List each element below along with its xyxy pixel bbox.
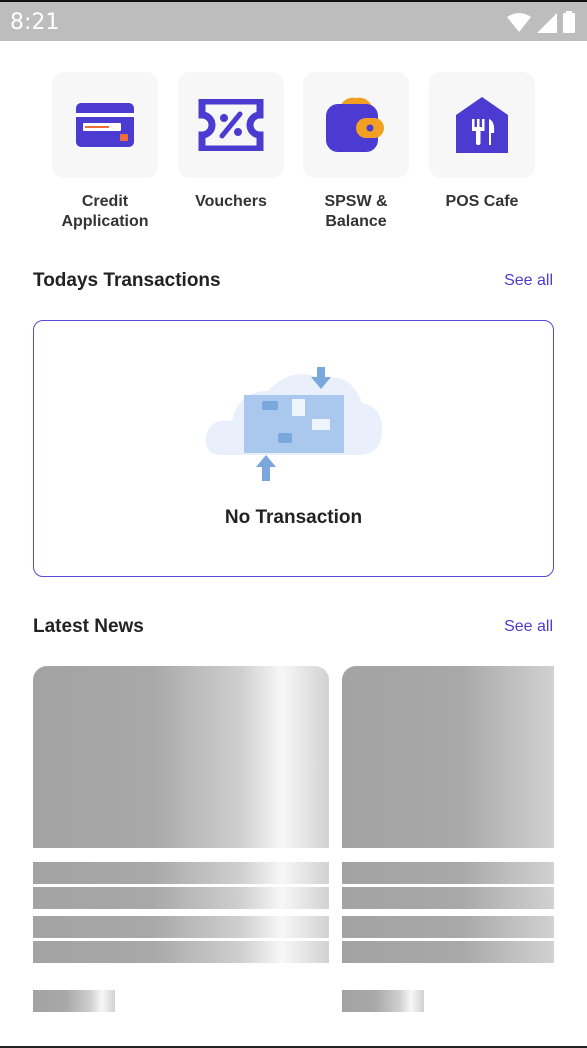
news-text-placeholder [342,862,554,884]
transactions-title: Todays Transactions [33,270,221,291]
menu-tile[interactable] [429,72,535,178]
news-image-placeholder [342,666,554,848]
status-time: 8:21 [10,10,60,35]
cafe-icon [456,97,508,153]
news-date-placeholder [33,990,115,1012]
menu-credit-application[interactable]: Credit Application [42,72,168,232]
news-text-placeholder [342,941,554,963]
news-text-placeholder [342,916,554,938]
menu-label: POS Cafe [445,193,519,210]
news-text-placeholder [33,862,329,884]
empty-transactions-illustration [205,367,383,481]
wallet-icon [326,97,384,152]
no-transaction-text: No Transaction [224,507,363,528]
wifi-icon [507,13,531,32]
menu-label: Credit Application [61,193,149,230]
voucher-icon [198,99,264,151]
news-text-placeholder [342,887,554,909]
news-text-placeholder [33,887,329,909]
transactions-card: No Transaction [33,320,554,577]
signal-icon [537,13,557,33]
news-text-placeholder [33,941,329,963]
menu-spsw-balance[interactable]: SPSW & Balance [293,72,419,232]
battery-icon [563,11,575,33]
status-icons [507,11,575,33]
news-title: Latest News [33,616,144,637]
transactions-see-all-link[interactable]: See all [504,272,553,290]
menu-label: Vouchers [195,193,267,210]
menu-vouchers[interactable]: Vouchers [168,72,294,212]
menu-pos-cafe[interactable]: POS Cafe [419,72,545,212]
credit-card-icon [76,103,134,147]
news-text-placeholder [33,916,329,938]
menu-tile[interactable] [303,72,409,178]
news-card-skeleton[interactable] [33,666,329,1016]
status-bar: 8:21 [0,0,587,41]
news-date-placeholder [342,990,424,1012]
menu-tile[interactable] [178,72,284,178]
news-card-skeleton[interactable] [342,666,554,1016]
news-image-placeholder [33,666,329,848]
menu-tile[interactable] [52,72,158,178]
news-see-all-link[interactable]: See all [504,618,553,636]
menu-label: SPSW & Balance [324,193,388,230]
